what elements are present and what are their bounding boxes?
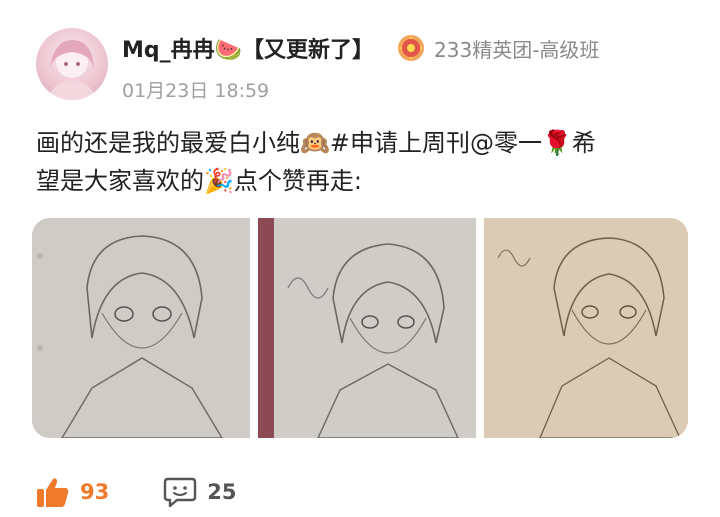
- sketch-photo-3[interactable]: [484, 218, 688, 438]
- like-count: 93: [80, 480, 110, 504]
- avatar[interactable]: [36, 28, 108, 100]
- flair-label: 233精英团-高级班: [434, 37, 600, 62]
- sketch-drawing-1: [32, 218, 250, 438]
- post-text-line-2: 望是大家喜欢的🎉点个赞再走:: [36, 167, 362, 195]
- sketch-drawing-3: [484, 218, 688, 438]
- post-text-line-1: 画的还是我的最爱白小纯🙉#申请上周刊@零一🌹希: [36, 129, 596, 157]
- post-card: Mq_冉冉🍉【又更新了】 233精英团-高级班 01月23日 18:59 画的还…: [0, 0, 720, 517]
- comment-icon: [164, 477, 197, 508]
- comment-count: 25: [207, 480, 237, 504]
- avatar-image: [48, 40, 96, 100]
- thumbs-up-icon: [37, 478, 69, 507]
- sketch-photo-1[interactable]: [32, 218, 250, 438]
- group-flair[interactable]: 233精英团-高级班: [396, 33, 599, 63]
- sketch-drawing-2: [258, 218, 476, 438]
- comment-button[interactable]: 25: [163, 476, 236, 508]
- flair-badge-icon: [398, 35, 425, 61]
- post-actions: 93 25: [36, 472, 290, 512]
- username[interactable]: Mq_冉冉🍉【又更新了】: [122, 32, 374, 64]
- like-button[interactable]: 93: [36, 476, 109, 508]
- post-text: 画的还是我的最爱白小纯🙉#申请上周刊@零一🌹希 望是大家喜欢的🎉点个赞再走:: [36, 124, 692, 200]
- post-header: Mq_冉冉🍉【又更新了】 233精英团-高级班: [122, 30, 599, 66]
- post-date: 01月23日 18:59: [122, 80, 270, 102]
- sketch-photo-2[interactable]: [258, 218, 476, 438]
